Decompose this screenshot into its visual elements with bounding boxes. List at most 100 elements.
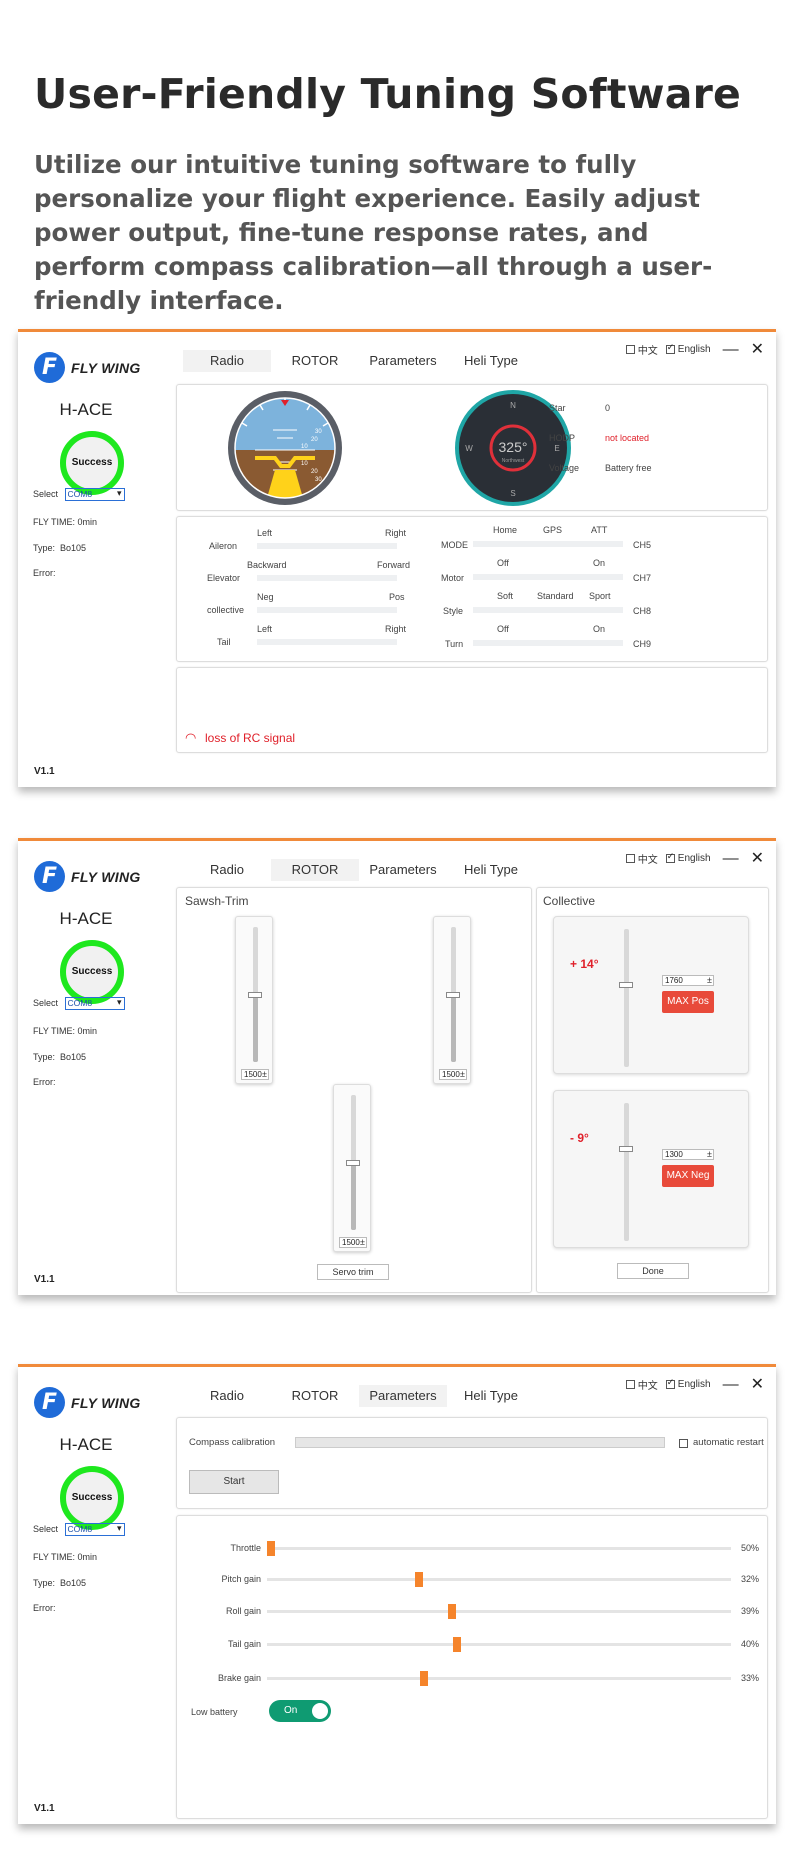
slider-thumb[interactable] — [446, 991, 460, 998]
tab-heli-type[interactable]: Heli Type — [447, 859, 535, 881]
tab-parameters[interactable]: Parameters — [359, 350, 447, 372]
port-select[interactable]: COM8 — [64, 488, 125, 501]
tab-radio[interactable]: Radio — [183, 859, 271, 881]
tab-heli-type[interactable]: Heli Type — [447, 350, 535, 372]
gain-label: Roll gain — [225, 1606, 261, 1616]
channel-min-label: Left — [257, 528, 273, 538]
logo-text: FLY WING — [71, 1394, 141, 1411]
swash-value-spinner[interactable]: 1500 — [241, 1069, 269, 1080]
slider-thumb[interactable] — [267, 1541, 275, 1556]
version: V1.1 — [34, 1274, 55, 1285]
done-button[interactable]: Done — [617, 1263, 689, 1279]
type-value: Bo105 — [60, 543, 87, 553]
channel-name: Style — [443, 606, 464, 616]
slider-thumb[interactable] — [248, 991, 262, 998]
model-name: H-ACE — [59, 400, 113, 419]
lang-en-checkbox[interactable] — [665, 342, 675, 354]
app-window-rotor: F FLY WING H-ACE Success Select COM8 FLY… — [18, 838, 776, 1295]
compass-heading: 325° — [499, 439, 528, 455]
logo-text: FLY WING — [71, 868, 141, 885]
minimize-button[interactable]: — — [723, 850, 739, 866]
error-row: Error: — [33, 1603, 56, 1613]
pos-value-spinner[interactable]: 1760 — [662, 975, 714, 986]
horizon-tick-label: 20 — [311, 437, 318, 443]
horizon-tick-label: 10 — [301, 461, 308, 467]
start-button[interactable]: Start — [189, 1470, 279, 1494]
info-label: Voltage — [549, 463, 580, 473]
tab-rotor[interactable]: ROTOR — [271, 350, 359, 372]
logo-text: FLY WING — [71, 359, 141, 376]
sidebar: F FLY WING H-ACE Success Select COM8 FLY… — [18, 1367, 171, 1824]
port-select[interactable]: COM8 — [64, 1523, 125, 1536]
slider-thumb[interactable] — [415, 1572, 424, 1587]
model-name: H-ACE — [59, 1435, 113, 1454]
type-value: Bo105 — [60, 1578, 87, 1588]
swash-value-spinner[interactable]: 1500 — [439, 1069, 467, 1080]
lang-cn-checkbox[interactable] — [625, 1380, 635, 1389]
type-row: Type: Bo105 — [33, 1052, 86, 1062]
swash-slider[interactable]: 1500 — [235, 916, 273, 1084]
lang-cn-checkbox[interactable] — [625, 345, 635, 354]
compass-n: N — [510, 401, 516, 410]
tab-rotor[interactable]: ROTOR — [271, 859, 359, 881]
port-select[interactable]: COM8 — [64, 997, 125, 1010]
channel-bar — [473, 640, 623, 646]
gain-slider[interactable] — [267, 1671, 731, 1686]
max-neg-button[interactable]: MAX Neg — [662, 1165, 714, 1187]
neg-value-spinner[interactable]: 1300 — [662, 1149, 714, 1160]
auto-restart-checkbox[interactable] — [679, 1439, 688, 1448]
slider-thumb[interactable] — [346, 1159, 360, 1166]
minimize-button[interactable]: — — [723, 1376, 739, 1392]
compass-w: W — [465, 444, 473, 453]
swash-trim-title: Sawsh-Trim — [185, 894, 249, 908]
lang-en-checkbox[interactable] — [665, 851, 675, 863]
channel-bar — [473, 541, 623, 547]
servo-trim-button[interactable]: Servo trim — [317, 1264, 389, 1280]
channel-bar — [257, 575, 397, 581]
gain-slider[interactable] — [267, 1604, 731, 1619]
close-button[interactable]: ✕ — [751, 850, 764, 866]
type-label: Type: — [33, 1578, 56, 1588]
close-button[interactable]: ✕ — [751, 1376, 764, 1392]
lang-cn-checkbox[interactable] — [625, 854, 635, 863]
collective-panel: Collective + 14° 1760 MAX Pos - 9° 1300 … — [536, 887, 769, 1293]
swash-slider[interactable]: 1500 — [433, 916, 471, 1084]
error-label: Error: — [33, 568, 56, 578]
attitude-indicator-icon: 30 20 10 10 20 30 — [228, 391, 342, 505]
max-neg-box: - 9° 1300 MAX Neg — [553, 1090, 749, 1248]
channel-max-label: Right — [385, 624, 407, 634]
error-row: Error: — [33, 1077, 56, 1087]
collective-thumb[interactable] — [619, 1146, 633, 1152]
collective-thumb[interactable] — [619, 982, 633, 988]
swash-value-spinner[interactable]: 1500 — [339, 1237, 367, 1248]
mode-option: Home — [493, 525, 518, 535]
slider-thumb[interactable] — [452, 1637, 461, 1652]
logo-mark-icon: F — [34, 1387, 65, 1418]
tab-rotor[interactable]: ROTOR — [271, 1385, 359, 1407]
gain-slider[interactable] — [267, 1572, 731, 1587]
fly-time: FLY TIME: 0min — [33, 1552, 97, 1562]
tab-radio[interactable]: Radio — [183, 1385, 271, 1407]
gain-slider[interactable] — [267, 1637, 731, 1652]
lang-en-checkbox[interactable] — [665, 1377, 675, 1389]
low-battery-toggle[interactable]: On — [269, 1700, 331, 1722]
slider-thumb[interactable] — [420, 1671, 429, 1686]
fly-time-label: FLY TIME: — [33, 1026, 76, 1036]
info-value: 0 — [605, 403, 611, 413]
close-button[interactable]: ✕ — [751, 341, 764, 357]
tab-radio[interactable]: Radio — [183, 350, 271, 372]
tab-heli-type[interactable]: Heli Type — [447, 1385, 535, 1407]
neg-angle: - 9° — [570, 1131, 589, 1145]
swash-slider[interactable]: 1500 — [333, 1084, 371, 1252]
lang-cn-label: 中文 — [637, 855, 658, 866]
tab-parameters[interactable]: Parameters — [359, 859, 447, 881]
minimize-button[interactable]: — — [723, 341, 739, 357]
gains-panel: Throttle 50% Pitch gain 32% Roll gain 39… — [176, 1515, 768, 1819]
window-controls: 中文 English — ✕ — [625, 341, 764, 357]
gain-slider[interactable] — [267, 1541, 731, 1556]
tab-parameters[interactable]: Parameters — [359, 1385, 447, 1407]
channel-bar — [257, 639, 397, 645]
slider-thumb[interactable] — [447, 1604, 456, 1619]
collective-track — [624, 929, 629, 1067]
max-pos-button[interactable]: MAX Pos — [662, 991, 714, 1013]
